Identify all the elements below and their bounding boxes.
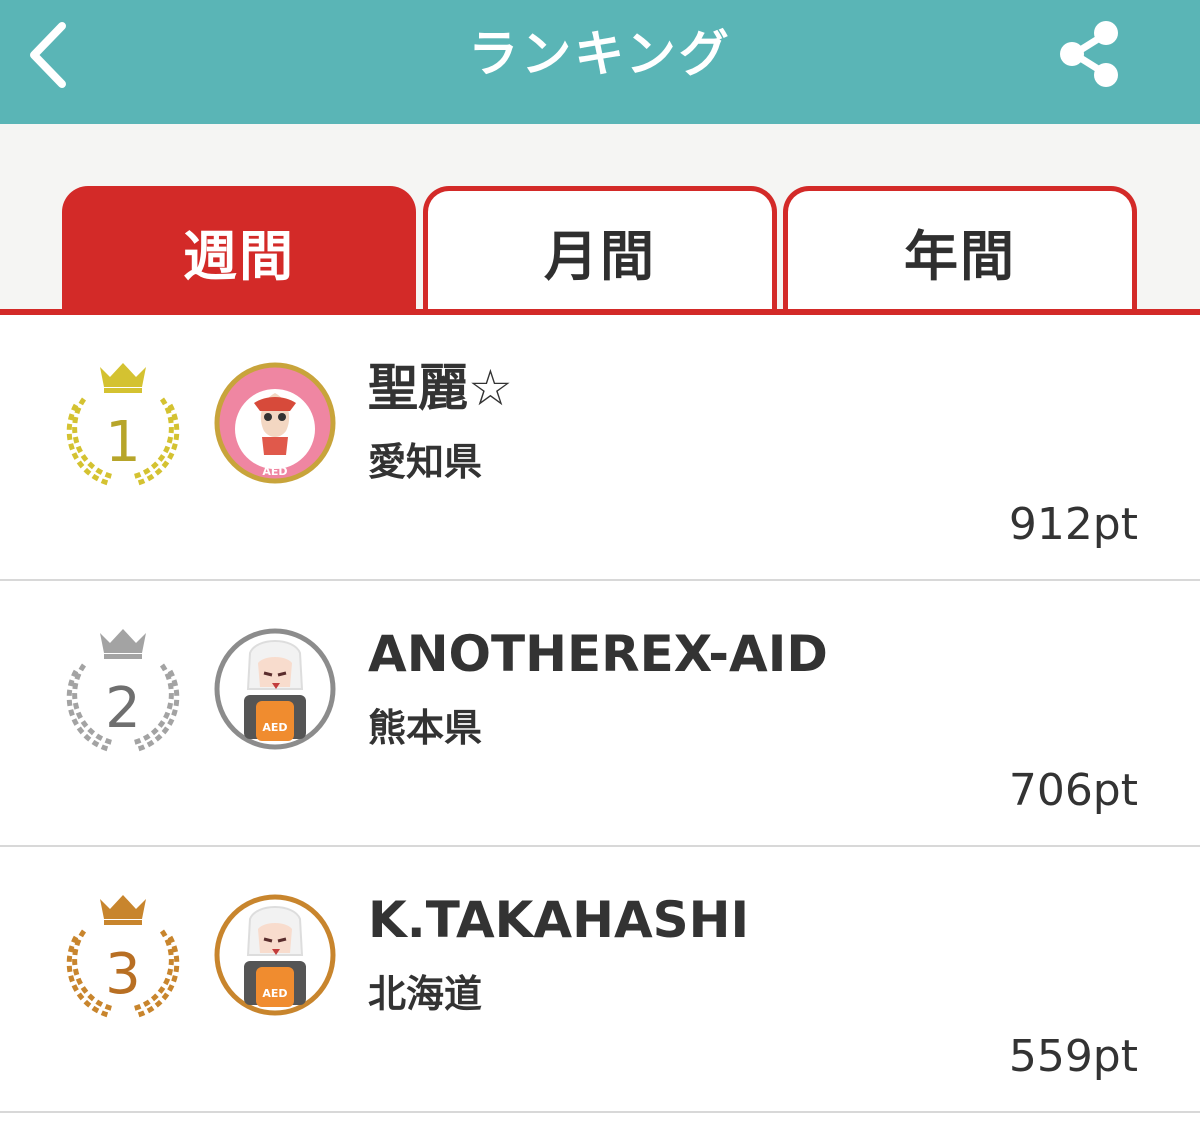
avatar: AED xyxy=(214,623,336,755)
user-name: ANOTHEREX-AID xyxy=(368,625,828,683)
ranking-list: 1 AED 聖麗☆ 愛知県 912pt 2 AED ANOTHEREX-AID … xyxy=(0,315,1200,1133)
user-points: 912pt xyxy=(1008,499,1138,550)
rank-number: 2 xyxy=(105,676,141,741)
avatar-label: AED xyxy=(262,465,287,478)
user-prefecture: 北海道 xyxy=(368,972,483,1016)
gold-laurel-crown-badge-icon: 1 xyxy=(66,363,180,486)
bronze-laurel-crown-badge-icon: 3 xyxy=(66,895,180,1018)
user-prefecture: 熊本県 xyxy=(368,706,483,750)
avatar-label: AED xyxy=(262,721,287,734)
tab-weekly[interactable]: 週間 xyxy=(62,186,416,312)
ranking-row-2[interactable]: 2 AED ANOTHEREX-AID 熊本県 706pt xyxy=(0,581,1200,847)
user-name: 聖麗☆ xyxy=(368,359,513,417)
tab-monthly[interactable]: 月間 xyxy=(423,186,777,312)
share-button[interactable] xyxy=(1054,18,1126,90)
user-points: 706pt xyxy=(1008,765,1138,816)
rank-number: 1 xyxy=(105,410,141,475)
tab-yearly[interactable]: 年間 xyxy=(783,186,1137,312)
ranking-row-3[interactable]: 3 AED K.TAKAHASHI 北海道 559pt xyxy=(0,847,1200,1113)
user-points: 559pt xyxy=(1008,1031,1138,1082)
app-header: ランキング xyxy=(0,0,1200,124)
avatar: AED xyxy=(214,357,336,489)
user-prefecture: 愛知県 xyxy=(368,440,483,484)
silver-laurel-crown-badge-icon: 2 xyxy=(66,629,180,752)
user-avatar-image: AED xyxy=(214,362,336,484)
avatar-label: AED xyxy=(262,987,287,1000)
user-avatar-image: AED xyxy=(214,894,336,1016)
rank-number: 3 xyxy=(105,942,141,1007)
share-icon xyxy=(1060,21,1118,87)
page-title: ランキング xyxy=(468,25,732,83)
ranking-row-1[interactable]: 1 AED 聖麗☆ 愛知県 912pt xyxy=(0,315,1200,581)
user-avatar-image: AED xyxy=(214,628,336,750)
user-name: K.TAKAHASHI xyxy=(368,891,750,949)
avatar: AED xyxy=(214,889,336,1021)
